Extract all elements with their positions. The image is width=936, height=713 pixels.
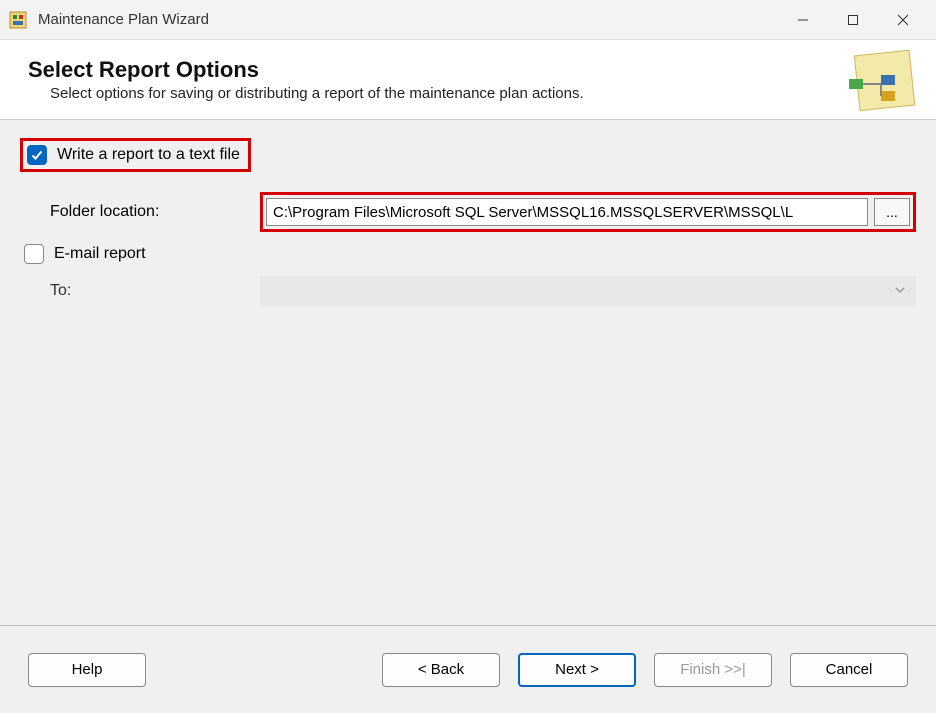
window-controls <box>778 0 928 40</box>
folder-location-label: Folder location: <box>20 203 260 221</box>
cancel-button[interactable]: Cancel <box>790 653 908 687</box>
write-report-checkbox[interactable] <box>27 145 47 165</box>
app-icon <box>8 10 28 30</box>
help-button[interactable]: Help <box>28 653 146 687</box>
email-to-label: To: <box>20 282 260 300</box>
window-title: Maintenance Plan Wizard <box>38 11 778 28</box>
wizard-graphic-icon <box>839 45 924 115</box>
minimize-button[interactable] <box>778 0 828 40</box>
folder-location-row: Folder location: ... <box>20 192 916 232</box>
next-button[interactable]: Next > <box>518 653 636 687</box>
chevron-down-icon <box>894 283 906 300</box>
browse-button[interactable]: ... <box>874 198 910 226</box>
wizard-footer: Help < Back Next > Finish >>| Cancel <box>0 625 936 713</box>
email-to-row: To: <box>20 276 916 306</box>
content-area: Write a report to a text file Folder loc… <box>0 120 936 625</box>
folder-location-group: ... <box>260 192 916 232</box>
email-report-option[interactable]: E-mail report <box>20 244 916 264</box>
folder-location-input[interactable] <box>266 198 868 226</box>
email-to-combo <box>260 276 916 306</box>
title-bar: Maintenance Plan Wizard <box>0 0 936 40</box>
page-subtitle: Select options for saving or distributin… <box>28 85 839 102</box>
wizard-header: Select Report Options Select options for… <box>0 40 936 120</box>
write-report-label: Write a report to a text file <box>57 146 240 164</box>
back-button[interactable]: < Back <box>382 653 500 687</box>
email-report-label: E-mail report <box>54 245 146 263</box>
close-button[interactable] <box>878 0 928 40</box>
maximize-button[interactable] <box>828 0 878 40</box>
page-title: Select Report Options <box>28 57 839 83</box>
finish-button: Finish >>| <box>654 653 772 687</box>
write-report-option[interactable]: Write a report to a text file <box>20 138 251 172</box>
email-report-checkbox[interactable] <box>24 244 44 264</box>
